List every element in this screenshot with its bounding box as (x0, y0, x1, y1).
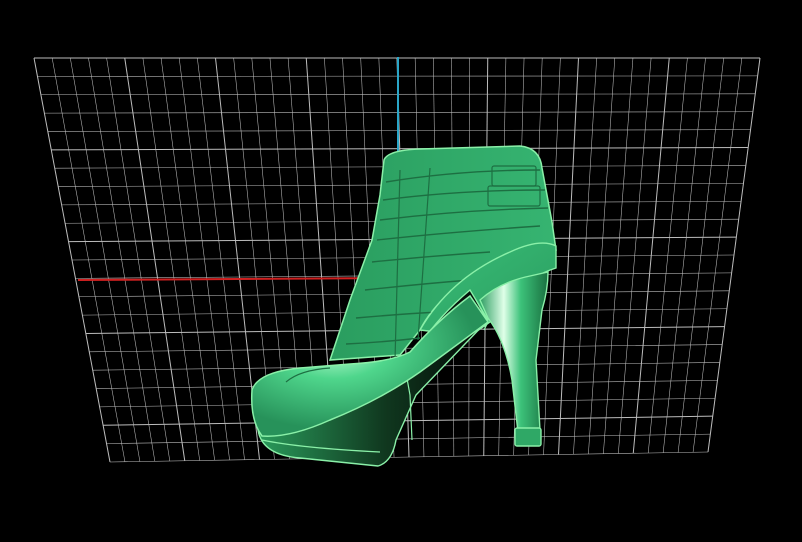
shoe-model[interactable] (250, 145, 557, 467)
stiletto-heel[interactable] (479, 271, 549, 433)
heel-tip[interactable] (514, 427, 542, 447)
x-axis-line (77, 277, 399, 281)
viewport-scene[interactable] (0, 0, 802, 542)
3d-viewport[interactable] (0, 0, 802, 542)
